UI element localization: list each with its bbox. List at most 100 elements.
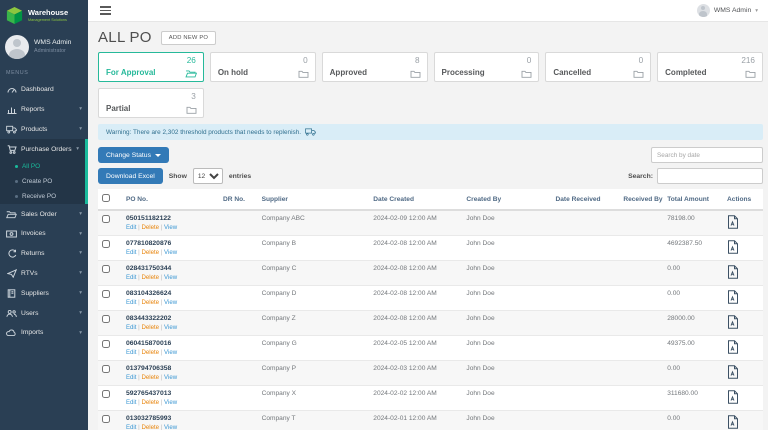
- row-checkbox[interactable]: [102, 340, 110, 348]
- view-link[interactable]: View: [164, 349, 177, 356]
- view-link[interactable]: View: [164, 424, 177, 430]
- status-card-cancelled[interactable]: 0Cancelled: [545, 52, 651, 82]
- view-link[interactable]: View: [164, 299, 177, 306]
- column-header-date-created[interactable]: Date Created: [369, 189, 462, 210]
- column-header-actions[interactable]: Actions: [723, 189, 763, 210]
- pdf-file-icon[interactable]: [727, 415, 739, 429]
- edit-link[interactable]: Edit: [126, 424, 137, 430]
- change-status-button[interactable]: Change Status: [98, 147, 169, 163]
- row-checkbox[interactable]: [102, 265, 110, 273]
- sidebar-item-reports[interactable]: Reports▾: [0, 99, 88, 119]
- column-header-date-received[interactable]: Date Received: [552, 189, 620, 210]
- select-all-checkbox[interactable]: [102, 194, 110, 202]
- row-checkbox[interactable]: [102, 390, 110, 398]
- pdf-file-icon[interactable]: [727, 315, 739, 329]
- sidebar-subitem-receive-po[interactable]: Receive PO: [0, 189, 85, 204]
- view-link[interactable]: View: [164, 399, 177, 406]
- row-checkbox[interactable]: [102, 365, 110, 373]
- pdf-file-icon[interactable]: [727, 290, 739, 304]
- delete-link[interactable]: Delete: [141, 374, 159, 381]
- edit-link[interactable]: Edit: [126, 299, 137, 306]
- status-card-approved[interactable]: 8Approved: [322, 52, 428, 82]
- status-card-processing[interactable]: 0Processing: [434, 52, 540, 82]
- chevron-down-icon: ▾: [79, 330, 82, 336]
- column-header-total-amount[interactable]: Total Amount: [663, 189, 723, 210]
- sidebar-item-returns[interactable]: Returns▾: [0, 243, 88, 263]
- search-input[interactable]: [657, 168, 763, 184]
- delete-link[interactable]: Delete: [141, 249, 159, 256]
- view-link[interactable]: View: [164, 374, 177, 381]
- sidebar-item-users[interactable]: Users▾: [0, 303, 88, 323]
- sidebar-item-sales-order[interactable]: Sales Order▾: [0, 204, 88, 224]
- column-header-supplier[interactable]: Supplier: [258, 189, 370, 210]
- status-card-count: 26: [187, 56, 196, 65]
- sidebar-item-rtvs[interactable]: RTVs▾: [0, 263, 88, 283]
- actions-cell: [723, 336, 763, 361]
- po-number: 028431750344: [126, 265, 215, 272]
- row-checkbox[interactable]: [102, 315, 110, 323]
- pdf-file-icon[interactable]: [727, 240, 739, 254]
- row-select-cell: [98, 286, 122, 311]
- status-card-partial[interactable]: 3Partial: [98, 88, 204, 118]
- row-checkbox[interactable]: [102, 290, 110, 298]
- pdf-file-icon[interactable]: [727, 390, 739, 404]
- delete-link[interactable]: Delete: [141, 299, 159, 306]
- delete-link[interactable]: Delete: [141, 224, 159, 231]
- delete-link[interactable]: Delete: [141, 424, 159, 430]
- sidebar-item-imports[interactable]: Imports▾: [0, 323, 88, 342]
- delete-link[interactable]: Delete: [141, 349, 159, 356]
- edit-link[interactable]: Edit: [126, 349, 137, 356]
- delete-link[interactable]: Delete: [141, 324, 159, 331]
- dr-no-cell: [219, 261, 258, 286]
- status-card-on-hold[interactable]: 0On hold: [210, 52, 316, 82]
- download-excel-button[interactable]: Download Excel: [98, 168, 163, 184]
- column-header-dr-no[interactable]: DR No.: [219, 189, 258, 210]
- status-card-for-approval[interactable]: 26For Approval: [98, 52, 204, 82]
- chevron-down-icon: ▾: [79, 106, 82, 112]
- sidebar-subitem-label: All PO: [22, 163, 40, 170]
- sidebar-subitem-all-po[interactable]: All PO: [0, 159, 85, 174]
- entries-select[interactable]: 12: [193, 168, 223, 184]
- column-header-created-by[interactable]: Created By: [462, 189, 551, 210]
- view-link[interactable]: View: [164, 224, 177, 231]
- date-received-cell: [552, 411, 620, 430]
- sidebar-item-products[interactable]: Products▾: [0, 119, 88, 139]
- view-link[interactable]: View: [164, 274, 177, 281]
- search-by-date-input[interactable]: [651, 147, 763, 163]
- pdf-file-icon[interactable]: [727, 365, 739, 379]
- column-header-po-no[interactable]: PO No.: [122, 189, 219, 210]
- app-logo[interactable]: Warehouse Management Solutions: [0, 0, 88, 30]
- date-created-cell: 2024-02-01 12:00 AM: [369, 411, 462, 430]
- sidebar-item-suppliers[interactable]: Suppliers▾: [0, 283, 88, 303]
- edit-link[interactable]: Edit: [126, 324, 137, 331]
- user-menu[interactable]: WMS Admin ▾: [697, 4, 758, 17]
- edit-link[interactable]: Edit: [126, 274, 137, 281]
- hamburger-menu-icon[interactable]: [98, 4, 113, 17]
- view-link[interactable]: View: [164, 249, 177, 256]
- row-checkbox[interactable]: [102, 215, 110, 223]
- date-created-cell: 2024-02-08 12:00 AM: [369, 236, 462, 261]
- column-header-received-by[interactable]: Received By: [619, 189, 663, 210]
- delete-link[interactable]: Delete: [141, 274, 159, 281]
- po-no-cell: 592765437013Edit | Delete | View: [122, 386, 219, 411]
- edit-link[interactable]: Edit: [126, 399, 137, 406]
- row-checkbox[interactable]: [102, 240, 110, 248]
- status-card-completed[interactable]: 216Completed: [657, 52, 763, 82]
- sidebar-item-invoices[interactable]: Invoices▾: [0, 224, 88, 243]
- pdf-file-icon[interactable]: [727, 340, 739, 354]
- pdf-file-icon[interactable]: [727, 215, 739, 229]
- created-by-cell: John Doe: [462, 311, 551, 336]
- sidebar-item-dashboard[interactable]: Dashboard: [0, 79, 88, 99]
- pdf-file-icon[interactable]: [727, 265, 739, 279]
- sidebar-item-label: Suppliers: [21, 290, 75, 297]
- row-checkbox[interactable]: [102, 415, 110, 423]
- edit-link[interactable]: Edit: [126, 374, 137, 381]
- edit-link[interactable]: Edit: [126, 249, 137, 256]
- view-link[interactable]: View: [164, 324, 177, 331]
- sidebar-item-purchase-orders[interactable]: Purchase Orders▾: [0, 139, 85, 159]
- po-no-cell: 050151182122Edit | Delete | View: [122, 210, 219, 236]
- add-new-po-button[interactable]: ADD NEW PO: [161, 31, 216, 45]
- sidebar-subitem-create-po[interactable]: Create PO: [0, 174, 85, 189]
- delete-link[interactable]: Delete: [141, 399, 159, 406]
- edit-link[interactable]: Edit: [126, 224, 137, 231]
